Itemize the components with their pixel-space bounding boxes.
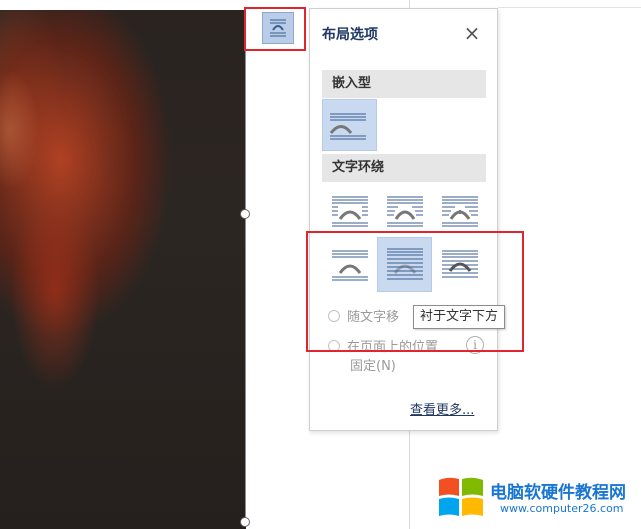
option-tight[interactable] xyxy=(380,187,426,235)
radio-move-with-text-label: 随文字移 xyxy=(347,310,400,325)
top-bottom-wrap-icon xyxy=(332,250,368,281)
tooltip: 衬于文字下方 xyxy=(413,305,506,329)
layout-options-icon xyxy=(270,19,286,37)
radio-fix-position-label: 在页面上的位置 xyxy=(347,340,439,355)
hair-highlight xyxy=(10,190,100,390)
tight-wrap-icon xyxy=(387,196,423,227)
radio-fix-position-line2: 固定(N) xyxy=(350,359,396,374)
option-square[interactable] xyxy=(325,187,371,235)
resize-handle-bottom-right[interactable] xyxy=(240,517,250,527)
see-more-link[interactable]: 查看更多... xyxy=(410,399,474,418)
section-inline: 嵌入型 xyxy=(322,70,486,98)
layout-options-button[interactable] xyxy=(262,12,294,44)
section-text-wrapping: 文字环绕 xyxy=(322,154,486,182)
hair-highlight xyxy=(0,70,40,190)
square-wrap-icon xyxy=(332,196,368,227)
watermark-url: www.computer26.com xyxy=(500,502,624,515)
layout-options-panel: 布局选项 × 嵌入型 文字环绕 随文字移 在页面上的位置 固定(N) i 查看更… xyxy=(309,8,498,431)
inline-layout-icon xyxy=(329,113,366,140)
through-wrap-icon xyxy=(442,196,478,227)
info-icon[interactable]: i xyxy=(466,336,484,354)
watermark-title: 电脑软硬件教程网 xyxy=(490,483,626,503)
close-icon[interactable]: × xyxy=(462,23,482,43)
option-through[interactable] xyxy=(435,187,481,235)
behind-text-icon xyxy=(387,248,423,280)
option-top-and-bottom[interactable] xyxy=(325,241,371,289)
resize-handle-right[interactable] xyxy=(240,209,250,219)
in-front-of-text-icon xyxy=(442,250,478,278)
radio-move-with-text[interactable]: 随文字移 xyxy=(328,306,399,325)
page-margin-line xyxy=(498,7,641,8)
option-behind-text[interactable] xyxy=(377,237,432,292)
selection-border xyxy=(245,8,246,523)
radio-button[interactable] xyxy=(328,340,340,352)
radio-fix-position[interactable]: 在页面上的位置 xyxy=(328,336,438,355)
radio-button[interactable] xyxy=(328,310,340,322)
panel-title: 布局选项 xyxy=(322,27,378,43)
option-inline[interactable] xyxy=(322,99,377,151)
document-image[interactable] xyxy=(0,10,246,529)
option-in-front-of-text[interactable] xyxy=(435,241,481,289)
windows-logo-icon xyxy=(439,477,483,516)
